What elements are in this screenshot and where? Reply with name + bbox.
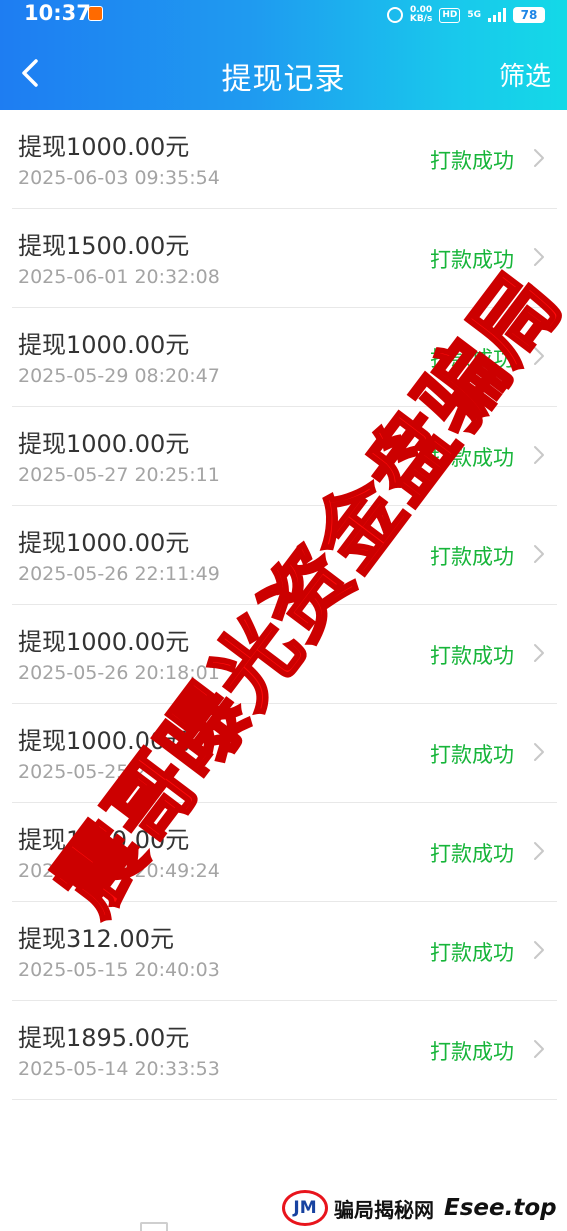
- record-status: 打款成功: [430, 1040, 514, 1064]
- page-title: 提现记录: [221, 62, 346, 97]
- record-time: 2025-05-27 20:25:11: [18, 464, 220, 486]
- record-time: 2025-06-01 20:32:08: [18, 266, 220, 288]
- row-divider: [12, 1099, 557, 1100]
- signal-icon: [488, 8, 506, 22]
- record-amount: 提现1000.00元: [18, 133, 190, 161]
- footer-site: Esee.top: [444, 1195, 557, 1221]
- footer-watermark: JM 骗局揭秘网 Esee.top: [282, 1188, 557, 1228]
- jm-logo: JM: [282, 1190, 328, 1226]
- chevron-right-icon: [534, 545, 544, 563]
- record-amount: 提现1895.00元: [18, 1024, 190, 1052]
- chevron-right-icon: [534, 248, 544, 266]
- network-speed-unit: KB/s: [409, 14, 433, 24]
- status-bar: 10:37 0.00 KB/s HD 5G 78: [0, 0, 567, 30]
- chevron-right-icon: [534, 446, 544, 464]
- record-status: 打款成功: [430, 842, 514, 866]
- withdrawal-record-row[interactable]: 提现1000.00元 2025-06-03 09:35:54 打款成功: [0, 110, 567, 209]
- record-status: 打款成功: [430, 545, 514, 569]
- record-status: 打款成功: [430, 941, 514, 965]
- withdrawal-records-screen: 10:37 0.00 KB/s HD 5G 78 提现记录 筛选 提现1000.…: [0, 0, 567, 1231]
- record-amount: 提现312.00元: [18, 925, 174, 953]
- footer-brand: 骗局揭秘网: [334, 1197, 434, 1222]
- chevron-right-icon: [534, 1040, 544, 1058]
- header-bar: 10:37 0.00 KB/s HD 5G 78 提现记录 筛选: [0, 0, 567, 110]
- status-icons: 0.00 KB/s HD 5G 78: [386, 4, 545, 26]
- alarm-icon: [386, 7, 403, 23]
- chevron-right-icon: [534, 149, 544, 167]
- record-time: 2025-06-03 09:35:54: [18, 167, 220, 189]
- battery-icon: 78: [513, 7, 545, 23]
- system-nav-button[interactable]: [140, 1222, 168, 1231]
- withdrawal-record-row[interactable]: 提现1895.00元 2025-05-14 20:33:53 打款成功: [0, 1001, 567, 1100]
- record-time: 2025-05-15 20:40:03: [18, 959, 220, 981]
- record-status: 打款成功: [430, 644, 514, 668]
- chevron-right-icon: [534, 644, 544, 662]
- record-amount: 提现1000.00元: [18, 529, 190, 557]
- record-amount: 提现1000.00元: [18, 331, 190, 359]
- record-time: 2025-05-14 20:33:53: [18, 1058, 220, 1080]
- record-amount: 提现1000.00元: [18, 628, 190, 656]
- record-status: 打款成功: [430, 149, 514, 173]
- record-time: 2025-05-26 22:11:49: [18, 563, 220, 585]
- chevron-right-icon: [534, 941, 544, 959]
- withdrawal-record-row[interactable]: 提现1000.00元 2025-05-25 2 打款成功: [0, 704, 567, 803]
- record-amount: 提现1500.00元: [18, 232, 190, 260]
- record-amount: 提现1000.00元: [18, 430, 190, 458]
- record-status: 打款成功: [430, 743, 514, 767]
- notification-app-icon: [88, 6, 103, 21]
- withdrawal-record-row[interactable]: 提现312.00元 2025-05-15 20:40:03 打款成功: [0, 902, 567, 1001]
- network-type: 5G: [467, 10, 481, 20]
- nav-bar: 提现记录 筛选: [0, 36, 567, 110]
- chevron-right-icon: [534, 743, 544, 761]
- record-time: 2025-05-29 08:20:47: [18, 365, 220, 387]
- chevron-right-icon: [534, 842, 544, 860]
- clock: 10:37: [24, 1, 91, 25]
- network-speed: 0.00 KB/s: [410, 6, 432, 24]
- hd-icon: HD: [439, 7, 461, 23]
- filter-button[interactable]: 筛选: [499, 56, 551, 93]
